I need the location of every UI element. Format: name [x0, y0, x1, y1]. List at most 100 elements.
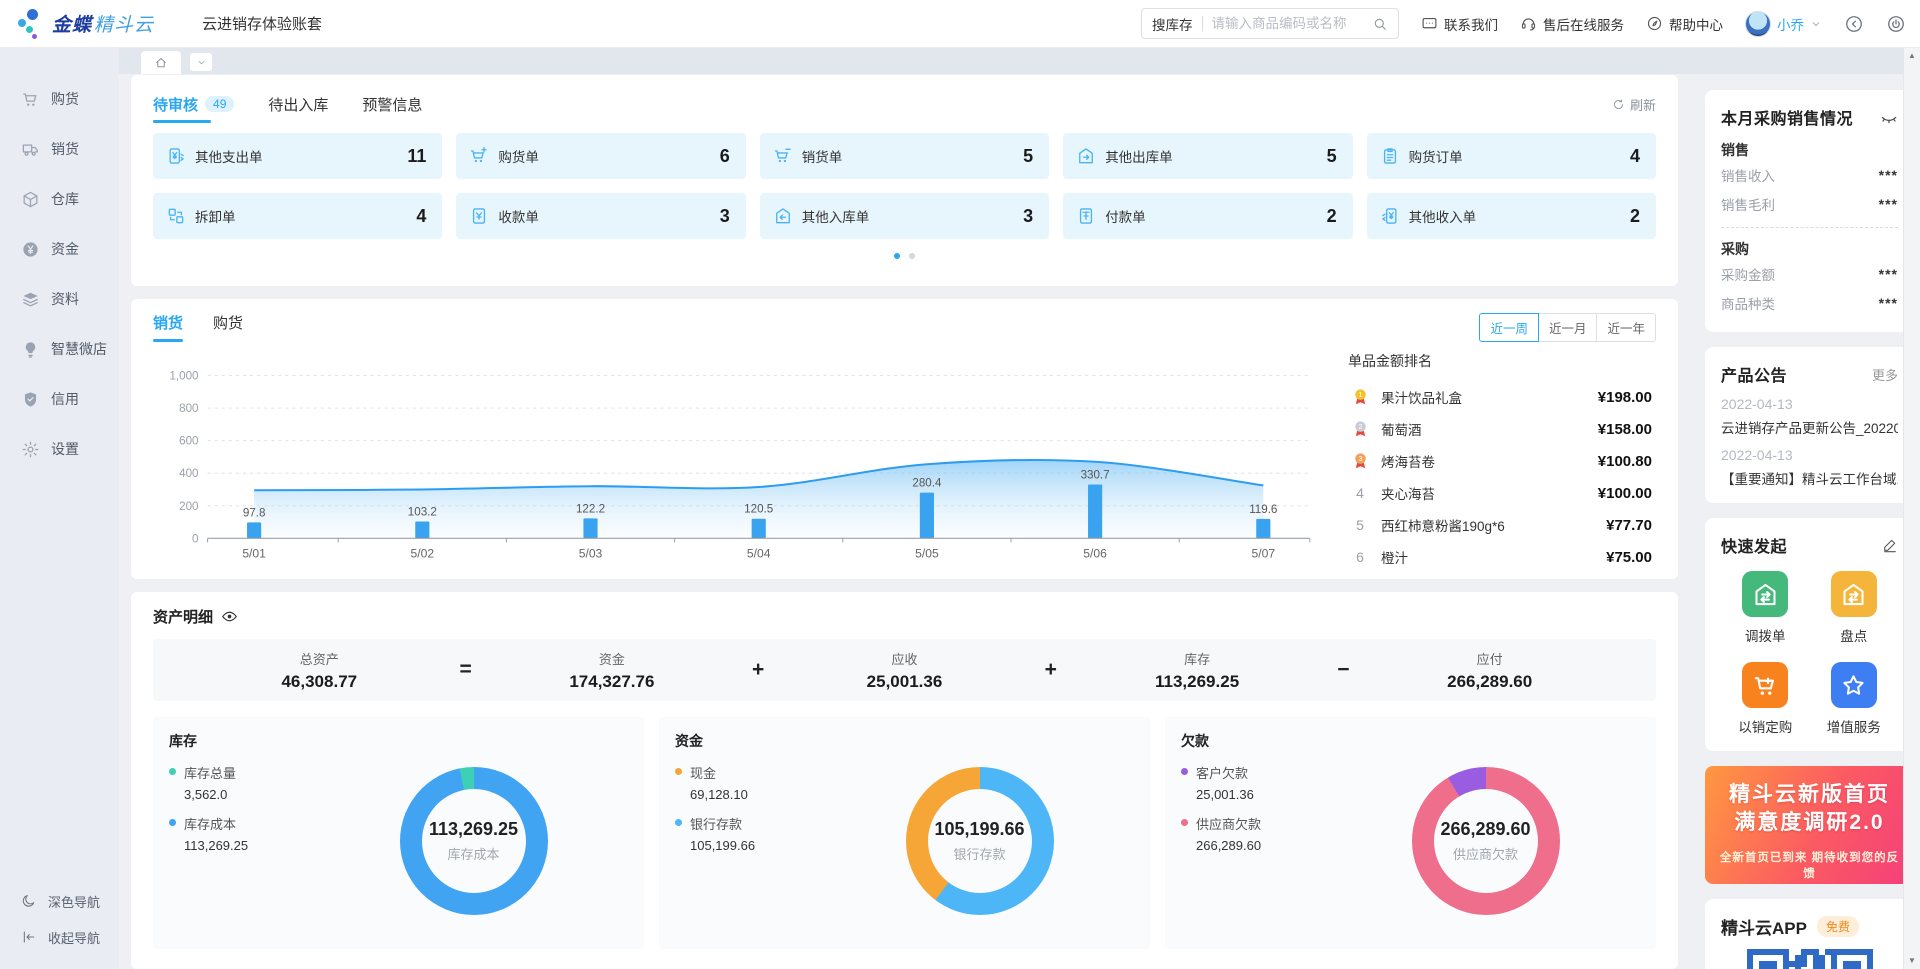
- donut-center-label: 供应商欠款: [1453, 844, 1518, 863]
- logout-power-icon[interactable]: [1886, 14, 1906, 34]
- product-amount: ¥100.00: [1598, 485, 1652, 502]
- sidebar-item-yen-circle[interactable]: 资金: [0, 224, 119, 274]
- todo-card-count: 4: [416, 206, 426, 227]
- app-download-panel: 精斗云APP 免费: [1705, 899, 1914, 969]
- sidebar-item-layers[interactable]: 资料: [0, 274, 119, 324]
- sidebar-item-truck[interactable]: 销货: [0, 124, 119, 174]
- inventory-search[interactable]: 搜库存: [1141, 8, 1399, 39]
- trend-tab[interactable]: 销货: [153, 312, 183, 342]
- todo-card-doc-pay[interactable]: 付款单2: [1063, 193, 1352, 239]
- todo-card-doc-receive[interactable]: 收款单3: [456, 193, 745, 239]
- sidebar-collapse-toggle[interactable]: 收起导航: [0, 919, 119, 955]
- todo-card-split[interactable]: 拆卸单4: [153, 193, 442, 239]
- cart-plus-icon: [469, 146, 489, 166]
- svg-text:600: 600: [179, 435, 198, 448]
- todo-tab[interactable]: 待审核49: [153, 85, 234, 123]
- ranking-row: 5西红柿意粉酱190g*6¥77.70: [1348, 509, 1652, 541]
- quick-actions-title: 快速发起: [1721, 533, 1787, 557]
- avatar[interactable]: [1745, 11, 1771, 37]
- eye-icon[interactable]: [221, 608, 238, 625]
- asset-term: 应收25,001.36: [778, 649, 1031, 692]
- trend-tab[interactable]: 购货: [213, 312, 243, 342]
- todo-tab[interactable]: 待出入库: [268, 85, 328, 123]
- top-link-compass[interactable]: 帮助中心: [1646, 14, 1723, 34]
- sidebar-item-shield[interactable]: 信用: [0, 374, 119, 424]
- pager-dot[interactable]: [894, 253, 900, 259]
- app-title: 精斗云APP: [1721, 914, 1807, 939]
- quick-action-盘点[interactable]: 盘点: [1831, 571, 1877, 645]
- vertical-scrollbar[interactable]: ▲ ▼: [1903, 48, 1920, 969]
- svg-text:120.5: 120.5: [744, 503, 773, 516]
- product-name: 烤海苔卷: [1381, 451, 1588, 471]
- sidebar-item-label: 资料: [51, 289, 79, 309]
- donut-chart: 113,269.25库存成本: [400, 767, 548, 915]
- svg-text:5/05: 5/05: [915, 547, 939, 561]
- product-amount: ¥100.80: [1598, 453, 1652, 470]
- pager-dot[interactable]: [909, 253, 915, 259]
- sidebar-item-cart[interactable]: 购货: [0, 74, 119, 124]
- svg-text:5/01: 5/01: [242, 547, 266, 561]
- search-icon[interactable]: [1372, 16, 1388, 32]
- account-title: 云进销存体验账套: [202, 13, 322, 34]
- history-back-icon[interactable]: [1844, 14, 1864, 34]
- quick-actions-panel: 快速发起 调拨单盘点以销定购增值服务: [1705, 518, 1914, 751]
- announcements-more-link[interactable]: 更多: [1872, 365, 1898, 384]
- todo-card-house-in[interactable]: 其他入库单3: [760, 193, 1049, 239]
- scroll-up-icon[interactable]: ▲: [1908, 51, 1916, 61]
- sidebar-dark-mode-toggle[interactable]: 深色导航: [0, 883, 119, 919]
- announcement-item[interactable]: 2022-04-13【重要通知】精斗云工作台域...: [1721, 447, 1898, 488]
- scroll-down-icon[interactable]: ▼: [1908, 956, 1916, 966]
- search-scope-label[interactable]: 搜库存: [1152, 14, 1193, 34]
- todo-pager-dots: [153, 253, 1656, 259]
- refresh-button[interactable]: 刷新: [1612, 95, 1656, 114]
- todo-card-cart-minus[interactable]: 销货单5: [760, 133, 1049, 179]
- svg-text:5/03: 5/03: [579, 547, 603, 561]
- quick-action-调拨单[interactable]: 调拨单: [1742, 571, 1788, 645]
- survey-banner[interactable]: 精斗云新版首页 满意度调研2.0 全新首页已到来 期待收到您的反馈: [1705, 766, 1914, 884]
- star-icon: [1831, 662, 1877, 708]
- split-icon: [166, 206, 186, 226]
- svg-text:5/07: 5/07: [1252, 547, 1276, 561]
- ranking-title: 单品金额排名: [1348, 351, 1652, 371]
- quick-action-以销定购[interactable]: 以销定购: [1738, 662, 1792, 736]
- range-button[interactable]: 近一月: [1538, 313, 1598, 342]
- svg-text:122.2: 122.2: [576, 502, 605, 515]
- rank-number: 6: [1356, 549, 1364, 565]
- edit-pencil-icon[interactable]: [1882, 537, 1898, 553]
- time-range-buttons: 近一周近一月近一年: [1479, 313, 1656, 342]
- top-link-headset[interactable]: 售后在线服务: [1520, 14, 1624, 34]
- top-link-chat[interactable]: 联系我们: [1421, 14, 1498, 34]
- cart-white-icon: [1742, 662, 1788, 708]
- sidebar-item-cube[interactable]: 仓库: [0, 174, 119, 224]
- range-button[interactable]: 近一年: [1596, 313, 1656, 342]
- todo-card-label: 其他收入单: [1409, 206, 1477, 226]
- tab-list-dropdown[interactable]: [190, 53, 212, 71]
- announcement-item[interactable]: 2022-04-13云进销存产品更新公告_20220...: [1721, 396, 1898, 437]
- quick-action-label: 增值服务: [1827, 716, 1881, 736]
- todo-card-cart-plus[interactable]: 购货单6: [456, 133, 745, 179]
- user-name: 小乔: [1777, 14, 1804, 34]
- todo-card-money-out[interactable]: 其他支出单11: [153, 133, 442, 179]
- sidebar-item-bulb[interactable]: 智慧微店: [0, 324, 119, 374]
- search-input[interactable]: [1212, 16, 1373, 31]
- todo-tab[interactable]: 预警信息: [362, 85, 422, 123]
- sidebar-footer-label: 收起导航: [48, 928, 100, 947]
- todo-card-count: 3: [720, 206, 730, 227]
- svg-text:1: 1: [1358, 390, 1362, 399]
- asset-panel-title: 库存: [169, 731, 628, 751]
- assets-panel: 资产明细 总资产46,308.77=资金174,327.76+应收25,001.…: [131, 592, 1678, 969]
- user-menu[interactable]: 小乔: [1745, 11, 1822, 37]
- todo-card-house-out[interactable]: 其他出库单5: [1063, 133, 1352, 179]
- tab-home[interactable]: [141, 51, 181, 74]
- quick-action-增值服务[interactable]: 增值服务: [1827, 662, 1881, 736]
- medal-icon: 1: [1348, 388, 1372, 407]
- todo-card-money-in[interactable]: 其他收入单2: [1367, 193, 1656, 239]
- todo-card-count: 3: [1023, 206, 1033, 227]
- todo-card-clipboard[interactable]: 购货订单4: [1367, 133, 1656, 179]
- money-out-icon: [166, 146, 186, 166]
- sidebar-item-gear[interactable]: 设置: [0, 424, 119, 474]
- eye-closed-icon[interactable]: [1880, 108, 1898, 126]
- range-button[interactable]: 近一周: [1479, 313, 1539, 342]
- brand-logo[interactable]: 金蝶精斗云: [18, 9, 176, 39]
- product-name: 葡萄酒: [1381, 419, 1588, 439]
